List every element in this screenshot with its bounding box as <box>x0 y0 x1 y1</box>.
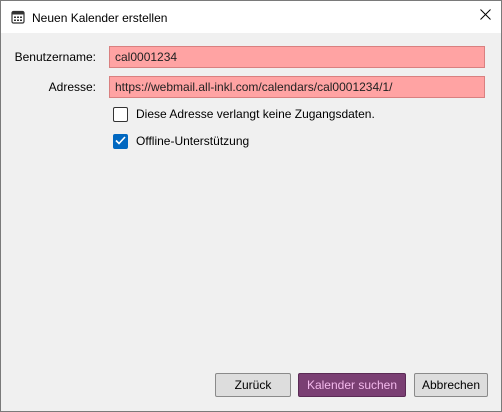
back-button[interactable]: Zurück <box>215 373 291 397</box>
dialog-content: Benutzername: Adresse: Diese Adresse ver… <box>1 33 501 411</box>
no-credentials-label[interactable]: Diese Adresse verlangt keine Zugangsdate… <box>136 107 375 121</box>
address-label: Adresse: <box>48 80 96 94</box>
offline-support-checkbox[interactable] <box>113 132 128 150</box>
search-calendar-button[interactable]: Kalender suchen <box>298 373 406 397</box>
no-credentials-option: Diese Adresse verlangt keine Zugangsdate… <box>113 105 375 123</box>
close-icon <box>479 7 491 25</box>
cancel-button[interactable]: Abbrechen <box>414 373 488 397</box>
offline-support-label[interactable]: Offline-Unterstützung <box>136 134 249 148</box>
title-bar: Neuen Kalender erstellen <box>1 1 501 33</box>
dialog-window: Neuen Kalender erstellen Benutzername: A… <box>0 0 502 412</box>
no-credentials-checkbox[interactable] <box>113 106 128 122</box>
offline-support-option: Offline-Unterstützung <box>113 132 249 150</box>
dialog-title: Neuen Kalender erstellen <box>32 11 168 25</box>
username-input[interactable] <box>109 46 485 68</box>
address-input[interactable] <box>109 76 485 98</box>
close-button[interactable] <box>469 1 501 31</box>
calendar-icon <box>11 10 25 24</box>
checkmark-icon <box>115 132 126 150</box>
username-label: Benutzername: <box>14 50 96 64</box>
